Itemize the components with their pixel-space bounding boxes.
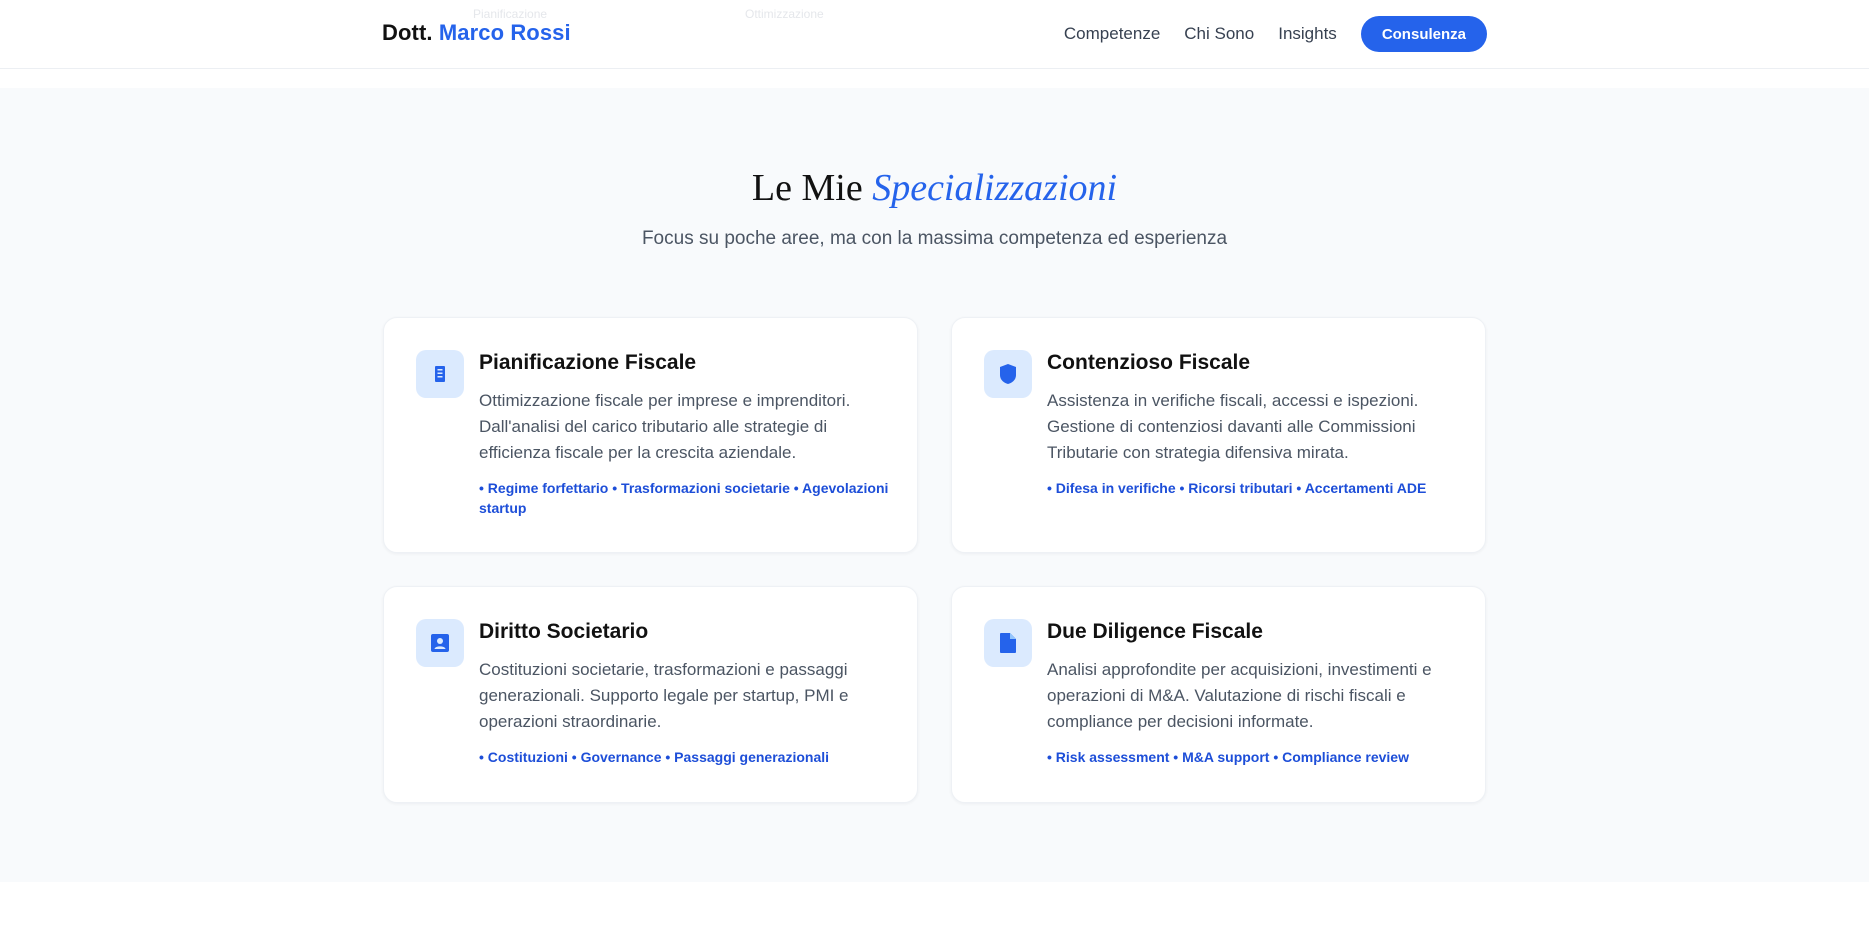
user-badge-icon bbox=[416, 619, 464, 667]
main-nav: Competenze Chi Sono Insights Consulenza bbox=[1064, 16, 1487, 52]
card-description: Assistenza in verifiche fiscali, accessi… bbox=[1047, 391, 1419, 462]
brand-prefix: Dott. bbox=[382, 20, 433, 45]
card-title: Due Diligence Fiscale bbox=[1047, 620, 1263, 643]
section-title: Le Mie Specializzazioni bbox=[0, 166, 1869, 210]
brand-name: Marco Rossi bbox=[438, 20, 571, 45]
card-tags: • Risk assessment • M&A support • Compli… bbox=[1047, 749, 1409, 765]
building-icon bbox=[416, 350, 464, 398]
card-due-diligence-fiscale: Due Diligence Fiscale Analisi approfondi… bbox=[951, 586, 1486, 803]
faded-text-center: Ottimizzazione bbox=[745, 7, 824, 21]
nav-link-chi-sono[interactable]: Chi Sono bbox=[1184, 24, 1254, 44]
section-title-plain: Le Mie bbox=[751, 167, 863, 209]
card-contenzioso-fiscale: Contenzioso Fiscale Assistenza in verifi… bbox=[951, 317, 1486, 553]
faded-text-left: Pianificazione bbox=[473, 7, 548, 21]
card-description: Analisi approfondite per acquisizioni, i… bbox=[1047, 660, 1432, 731]
brand-logo[interactable]: Dott. Marco Rossi bbox=[382, 20, 571, 46]
card-description: Ottimizzazione fiscale per imprese e imp… bbox=[479, 391, 851, 462]
card-title: Pianificazione Fiscale bbox=[479, 351, 697, 374]
card-diritto-societario: Diritto Societario Costituzioni societar… bbox=[383, 586, 918, 803]
specializations-section: Le Mie Specializzazioni Focus su poche a… bbox=[0, 88, 1869, 882]
card-title: Diritto Societario bbox=[479, 620, 649, 643]
card-description: Costituzioni societarie, trasformazioni … bbox=[479, 660, 849, 731]
section-subtitle: Focus su poche aree, ma con la massima c… bbox=[641, 228, 1228, 249]
site-header: Pianificazione Ottimizzazione Dott. Marc… bbox=[0, 0, 1869, 69]
card-tags: • Costituzioni • Governance • Passaggi g… bbox=[479, 749, 830, 765]
card-title: Contenzioso Fiscale bbox=[1047, 351, 1251, 374]
section-title-accent: Specializzazioni bbox=[872, 167, 1118, 209]
nav-link-insights[interactable]: Insights bbox=[1278, 24, 1337, 44]
nav-link-competenze[interactable]: Competenze bbox=[1064, 24, 1160, 44]
shield-icon bbox=[984, 350, 1032, 398]
card-pianificazione-fiscale: Pianificazione Fiscale Ottimizzazione fi… bbox=[383, 317, 918, 553]
card-tags: • Difesa in verifiche • Ricorsi tributar… bbox=[1047, 480, 1427, 496]
consulenza-button[interactable]: Consulenza bbox=[1360, 16, 1487, 52]
card-tags: • Regime forfettario • Trasformazioni so… bbox=[479, 480, 889, 516]
document-icon bbox=[984, 619, 1032, 667]
